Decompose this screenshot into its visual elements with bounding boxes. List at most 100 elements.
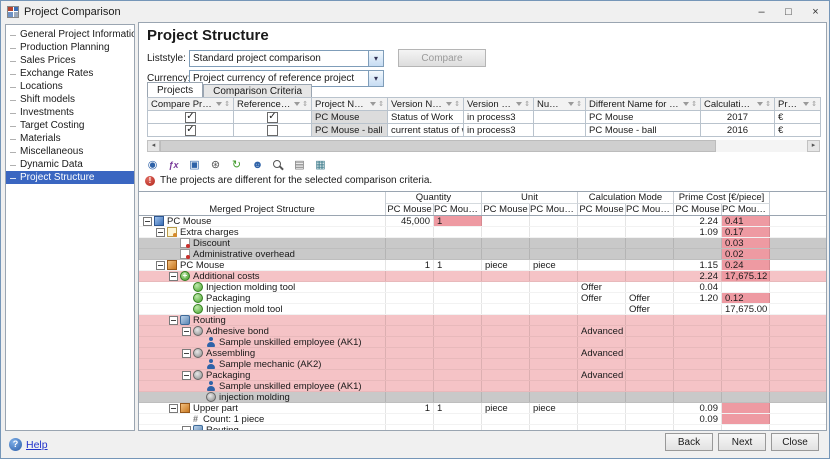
expander-icon[interactable] — [182, 371, 191, 380]
maximize-icon[interactable]: □ — [775, 1, 802, 22]
sort-icon[interactable]: ⇕ — [224, 100, 230, 108]
tree-row-assembling[interactable]: AssemblingAdvanced — [139, 348, 826, 359]
table-icon[interactable]: ▦ — [311, 157, 330, 173]
sidebar-item-sales-prices[interactable]: Sales Prices — [6, 54, 134, 67]
settings-icon[interactable]: ⊛ — [206, 157, 225, 173]
column-header-calculation-year[interactable]: Calculation Year⇕ — [701, 98, 775, 111]
chevron-down-icon[interactable] — [368, 71, 383, 86]
sidebar-item-target-costing[interactable]: Target Costing — [6, 119, 134, 132]
close-icon[interactable]: × — [802, 1, 829, 22]
expander-icon[interactable] — [182, 349, 191, 358]
document-icon[interactable]: ▤ — [290, 157, 309, 173]
compare-button[interactable]: Compare — [398, 49, 486, 67]
search-icon[interactable] — [269, 157, 288, 173]
expander-icon[interactable] — [169, 404, 178, 413]
column-header-different-name-for-comparison[interactable]: Different Name for Comparison⇕ — [586, 98, 701, 111]
tree-row-sample-unskilled-employee-ak1[interactable]: Sample unskilled employee (AK1) — [139, 337, 826, 348]
table-row[interactable]: PC Mouse - ballcurrent status of worin p… — [148, 124, 821, 137]
scroll-right-icon[interactable] — [807, 140, 820, 152]
tree-row-additional-costs[interactable]: Additional costs2.2417,675.12 — [139, 271, 826, 282]
expander-icon[interactable] — [169, 316, 178, 325]
expander-icon[interactable] — [169, 272, 178, 281]
column-header-compare-project[interactable]: Compare Project⇕ — [148, 98, 234, 111]
tree-row-pc-mouse[interactable]: PC Mouse45,00012.240.41 — [139, 216, 826, 227]
sort-icon[interactable]: ⇕ — [302, 100, 308, 108]
sidebar-item-project-structure[interactable]: Project Structure — [6, 171, 134, 184]
sort-icon[interactable]: ⇕ — [576, 100, 582, 108]
tree-row-packaging[interactable]: PackagingOfferOffer1.200.12 — [139, 293, 826, 304]
column-header-project-curre[interactable]: Project Curre⇕ — [775, 98, 821, 111]
filter-icon[interactable] — [683, 102, 689, 106]
refresh-icon[interactable]: ↻ — [227, 157, 246, 173]
tree-row-pc-mouse[interactable]: PC Mouse11piecepiece1.150.24 — [139, 260, 826, 271]
sidebar-item-locations[interactable]: Locations — [6, 80, 134, 93]
sidebar-item-production-planning[interactable]: Production Planning — [6, 41, 134, 54]
formula-icon[interactable]: ƒx — [164, 157, 183, 173]
help-link[interactable]: Help — [9, 438, 48, 451]
sidebar-item-exchange-rates[interactable]: Exchange Rates — [6, 67, 134, 80]
sidebar-item-investments[interactable]: Investments — [6, 106, 134, 119]
sidebar-item-dynamic-data[interactable]: Dynamic Data — [6, 158, 134, 171]
filter-icon[interactable] — [757, 102, 763, 106]
column-header-project-name[interactable]: Project Name⇕ — [312, 98, 388, 111]
scroll-left-icon[interactable] — [147, 140, 160, 152]
column-header-version-state[interactable]: Version State⇕ — [464, 98, 534, 111]
expander-icon[interactable] — [156, 261, 165, 270]
sidebar-item-miscellaneous[interactable]: Miscellaneous — [6, 145, 134, 158]
filter-icon[interactable] — [516, 102, 522, 106]
tree-row-routing[interactable]: Routing — [139, 315, 826, 326]
window-icon[interactable]: ▣ — [185, 157, 204, 173]
expander-icon[interactable] — [156, 228, 165, 237]
minimize-icon[interactable]: – — [748, 1, 775, 22]
users-icon[interactable]: ☻ — [248, 157, 267, 173]
tree-row-discount[interactable]: Discount0.03 — [139, 238, 826, 249]
tab-comparison-criteria[interactable]: Comparison Criteria — [203, 84, 312, 97]
tree-row-injection-molding-tool[interactable]: Injection molding toolOffer0.04 — [139, 282, 826, 293]
tab-projects[interactable]: Projects — [147, 82, 203, 97]
column-header-version-name[interactable]: Version Name⇕ — [388, 98, 464, 111]
next-button[interactable]: Next — [718, 433, 766, 451]
table-row[interactable]: PC MouseStatus of Workin process3PC Mous… — [148, 111, 821, 124]
filter-icon[interactable] — [803, 102, 809, 106]
scrollbar-thumb[interactable] — [160, 140, 716, 152]
filter-icon[interactable] — [216, 102, 222, 106]
filter-icon[interactable] — [370, 102, 376, 106]
liststyle-select[interactable]: Standard project comparison — [189, 50, 384, 67]
sidebar-item-materials[interactable]: Materials — [6, 132, 134, 145]
sort-icon[interactable]: ⇕ — [524, 100, 530, 108]
back-button[interactable]: Back — [665, 433, 713, 451]
tree-row-injection-mold-tool[interactable]: Injection mold toolOffer17,675.00 — [139, 304, 826, 315]
column-header-reference-project[interactable]: Reference Project⇕ — [234, 98, 312, 111]
tree-row-injection-molding[interactable]: injection molding — [139, 392, 826, 403]
sort-icon[interactable]: ⇕ — [691, 100, 697, 108]
disc-icon[interactable]: ◉ — [143, 157, 162, 173]
reference-checkbox[interactable] — [267, 125, 278, 136]
filter-icon[interactable] — [446, 102, 452, 106]
sort-icon[interactable]: ⇕ — [811, 100, 817, 108]
sort-icon[interactable]: ⇕ — [378, 100, 384, 108]
compare-checkbox[interactable] — [185, 125, 196, 136]
horizontal-scrollbar[interactable] — [147, 140, 820, 152]
tree-row-count-1-piece[interactable]: #Count: 1 piece0.09 — [139, 414, 826, 425]
sort-icon[interactable]: ⇕ — [454, 100, 460, 108]
tree-row-adhesive-bond[interactable]: Adhesive bondAdvanced — [139, 326, 826, 337]
sort-icon[interactable]: ⇕ — [765, 100, 771, 108]
tree-row-administrative-overhead[interactable]: Administrative overhead0.02 — [139, 249, 826, 260]
tree-row-extra-charges[interactable]: Extra charges1.090.17 — [139, 227, 826, 238]
tree-row-upper-part[interactable]: Upper part11piecepiece0.09 — [139, 403, 826, 414]
chevron-down-icon[interactable] — [368, 51, 383, 66]
sidebar-item-shift-models[interactable]: Shift models — [6, 93, 134, 106]
expander-icon[interactable] — [143, 217, 152, 226]
column-header-number[interactable]: Number⇕ — [534, 98, 586, 111]
scrollbar-track[interactable] — [160, 140, 807, 152]
tree-row-sample-mechanic-ak2[interactable]: Sample mechanic (AK2) — [139, 359, 826, 370]
tree-row-sample-unskilled-employee-ak1[interactable]: Sample unskilled employee (AK1) — [139, 381, 826, 392]
close-button[interactable]: Close — [771, 433, 819, 451]
expander-icon[interactable] — [182, 327, 191, 336]
tree-row-packaging[interactable]: PackagingAdvanced — [139, 370, 826, 381]
sidebar-item-general-project-information[interactable]: General Project Information — [6, 28, 134, 41]
filter-icon[interactable] — [568, 102, 574, 106]
filter-icon[interactable] — [294, 102, 300, 106]
reference-checkbox[interactable] — [267, 112, 278, 123]
compare-checkbox[interactable] — [185, 112, 196, 123]
